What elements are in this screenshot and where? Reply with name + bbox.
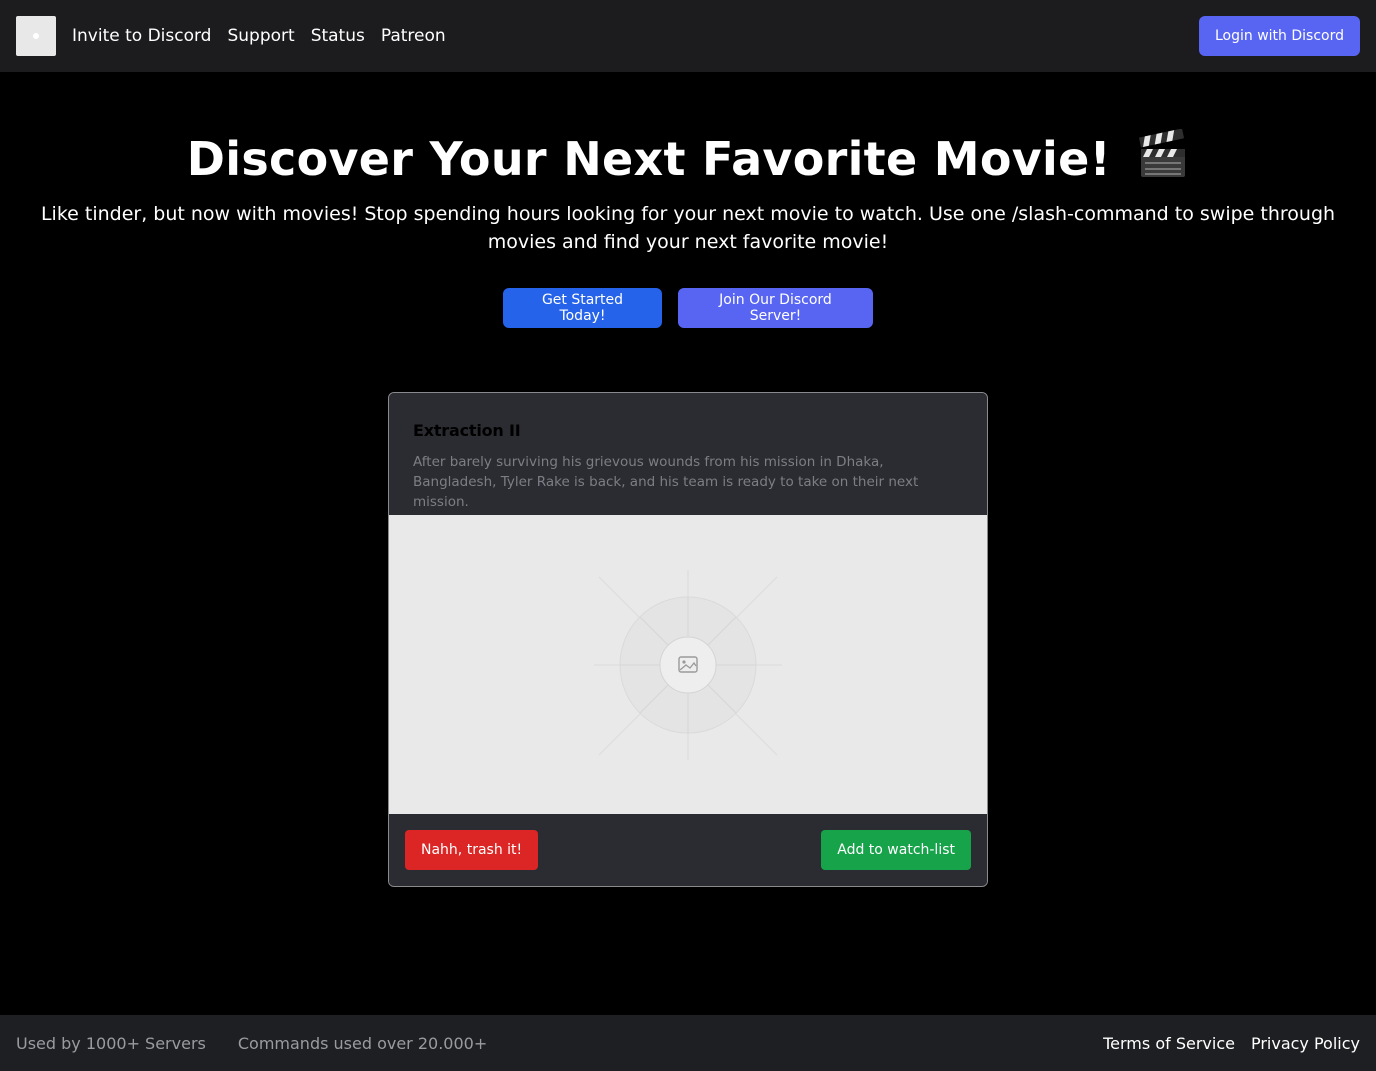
movie-card-actions: Nahh, trash it! Add to watch-list (389, 814, 987, 886)
add-to-watchlist-button[interactable]: Add to watch-list (821, 830, 971, 870)
hero-title-text: Discover Your Next Favorite Movie! (186, 132, 1111, 186)
top-navbar: Invite to Discord Support Status Patreon… (0, 0, 1376, 72)
privacy-policy-link[interactable]: Privacy Policy (1251, 1034, 1360, 1053)
join-discord-server-button[interactable]: Join Our Discord Server! (678, 288, 873, 328)
footer: Used by 1000+ Servers Commands used over… (0, 1015, 1376, 1071)
main-nav: Invite to Discord Support Status Patreon (72, 26, 446, 46)
login-with-discord-button[interactable]: Login with Discord (1199, 16, 1360, 56)
clapperboard-icon (1137, 128, 1189, 196)
nav-patreon-link[interactable]: Patreon (381, 26, 446, 46)
get-started-button[interactable]: Get Started Today! (503, 288, 662, 328)
movie-description: After barely surviving his grievous woun… (413, 454, 919, 510)
footer-links: Terms of Service Privacy Policy (1103, 1034, 1360, 1053)
logo-mark-icon (33, 33, 39, 39)
image-placeholder-icon (594, 570, 782, 760)
hero-subtitle: Like tinder, but now with movies! Stop s… (40, 203, 1336, 253)
page: Invite to Discord Support Status Patreon… (0, 0, 1376, 1071)
terms-of-service-link[interactable]: Terms of Service (1103, 1034, 1235, 1053)
commands-count-stat: Commands used over 20.000+ (237, 1033, 488, 1053)
servers-count-stat: Used by 1000+ Servers (16, 1033, 206, 1053)
nav-invite-link[interactable]: Invite to Discord (72, 26, 211, 46)
movie-title: Extraction II (413, 421, 521, 440)
movie-card: Extraction II After barely surviving his… (388, 392, 988, 887)
logo[interactable] (16, 16, 56, 56)
hero-cta-group: Get Started Today! Join Our Discord Serv… (0, 288, 1376, 328)
nav-support-link[interactable]: Support (227, 26, 294, 46)
movie-card-header: Extraction II After barely surviving his… (389, 393, 987, 515)
trash-movie-button[interactable]: Nahh, trash it! (405, 830, 539, 870)
movie-poster (389, 515, 987, 814)
hero-title: Discover Your Next Favorite Movie! (0, 128, 1376, 196)
nav-status-link[interactable]: Status (311, 26, 365, 46)
